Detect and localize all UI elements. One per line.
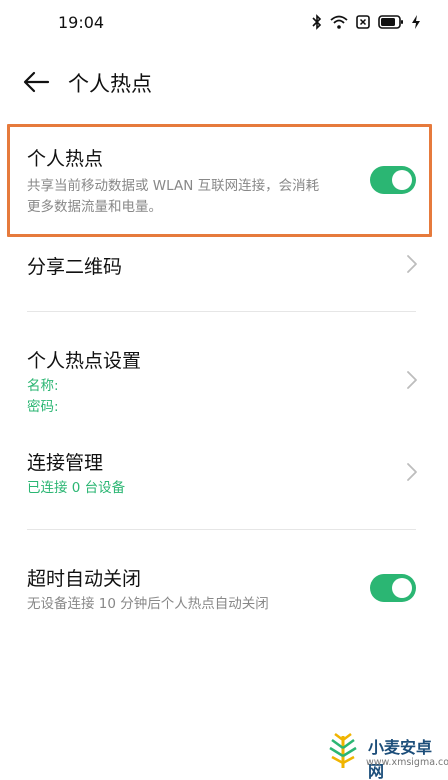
hotspot-description-line1: 共享当前移动数据或 WLAN 互联网连接，会消耗 (27, 178, 320, 194)
hotspot-name-label: 名称: (27, 378, 59, 394)
divider (27, 529, 416, 530)
status-time: 19:04 (58, 13, 105, 32)
status-icons (312, 12, 420, 32)
hotspot-settings-row[interactable]: 个人热点设置 名称: 密码: (0, 340, 448, 420)
toggle-knob (392, 578, 412, 598)
charging-icon (412, 15, 420, 29)
connection-management-row[interactable]: 连接管理 已连接 0 台设备 (0, 442, 448, 502)
hotspot-title: 个人热点 (27, 148, 104, 170)
sim-icon (356, 15, 370, 29)
auto-off-toggle[interactable] (370, 574, 416, 602)
app-bar: 个人热点 (0, 58, 448, 106)
watermark-url: www.xmsigma.com (366, 757, 448, 768)
page-title: 个人热点 (68, 72, 152, 96)
chevron-right-icon (407, 371, 417, 389)
battery-icon (378, 15, 403, 29)
hotspot-password-label: 密码: (27, 399, 59, 415)
bluetooth-icon (312, 14, 322, 30)
chevron-right-icon (407, 463, 417, 481)
watermark-logo-icon (329, 733, 357, 768)
wifi-icon (330, 15, 348, 29)
divider (27, 311, 416, 312)
hotspot-settings-title: 个人热点设置 (27, 350, 142, 372)
status-bar: 19:04 (0, 0, 448, 46)
connection-management-title: 连接管理 (27, 452, 104, 474)
auto-off-description: 无设备连接 10 分钟后个人热点自动关闭 (27, 596, 269, 612)
chevron-right-icon (407, 255, 417, 273)
hotspot-toggle-row[interactable]: 个人热点 共享当前移动数据或 WLAN 互联网连接，会消耗 更多数据流量和电量。 (0, 140, 448, 230)
auto-off-title: 超时自动关闭 (27, 568, 142, 590)
share-qr-row[interactable]: 分享二维码 (0, 244, 448, 288)
auto-off-row[interactable]: 超时自动关闭 无设备连接 10 分钟后个人热点自动关闭 (0, 558, 448, 622)
watermark: 小麦安卓网 www.xmsigma.com (320, 730, 448, 780)
connected-devices-count: 已连接 0 台设备 (27, 480, 126, 496)
hotspot-toggle[interactable] (370, 166, 416, 194)
toggle-knob (392, 170, 412, 190)
arrow-left-icon[interactable] (22, 70, 50, 94)
hotspot-description-line2: 更多数据流量和电量。 (27, 199, 162, 215)
share-qr-title: 分享二维码 (27, 256, 123, 278)
